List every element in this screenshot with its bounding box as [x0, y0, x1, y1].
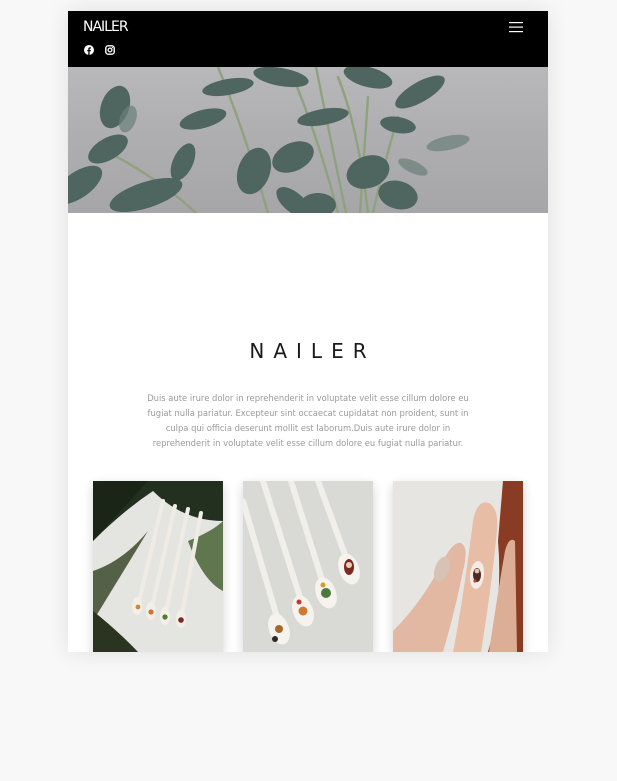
- navbar: NAILER: [68, 11, 548, 67]
- painted-nail-tips-on-sticks-photo: [243, 481, 373, 652]
- hamburger-menu-icon[interactable]: [509, 21, 523, 33]
- section-title: NAILER: [249, 339, 376, 363]
- brand-logo[interactable]: NAILER: [83, 19, 129, 35]
- nail-tips-on-sticks-with-palm-leaves-photo: [93, 481, 223, 652]
- social-links: [84, 45, 115, 55]
- eucalyptus-leaves-photo: [68, 67, 470, 213]
- photo-gallery: [93, 481, 523, 652]
- gallery-item[interactable]: [93, 481, 223, 652]
- section-description: Duis aute irure dolor in reprehenderit i…: [147, 393, 469, 448]
- hand-with-painted-nails-photo: [393, 481, 523, 652]
- page-container: NAILER NAILER Duis aute irure dolor in r…: [68, 11, 548, 652]
- facebook-icon[interactable]: [84, 45, 94, 55]
- instagram-icon[interactable]: [105, 45, 115, 55]
- gallery-item[interactable]: [393, 481, 523, 652]
- hero-image: [68, 67, 548, 213]
- gallery-item[interactable]: [243, 481, 373, 652]
